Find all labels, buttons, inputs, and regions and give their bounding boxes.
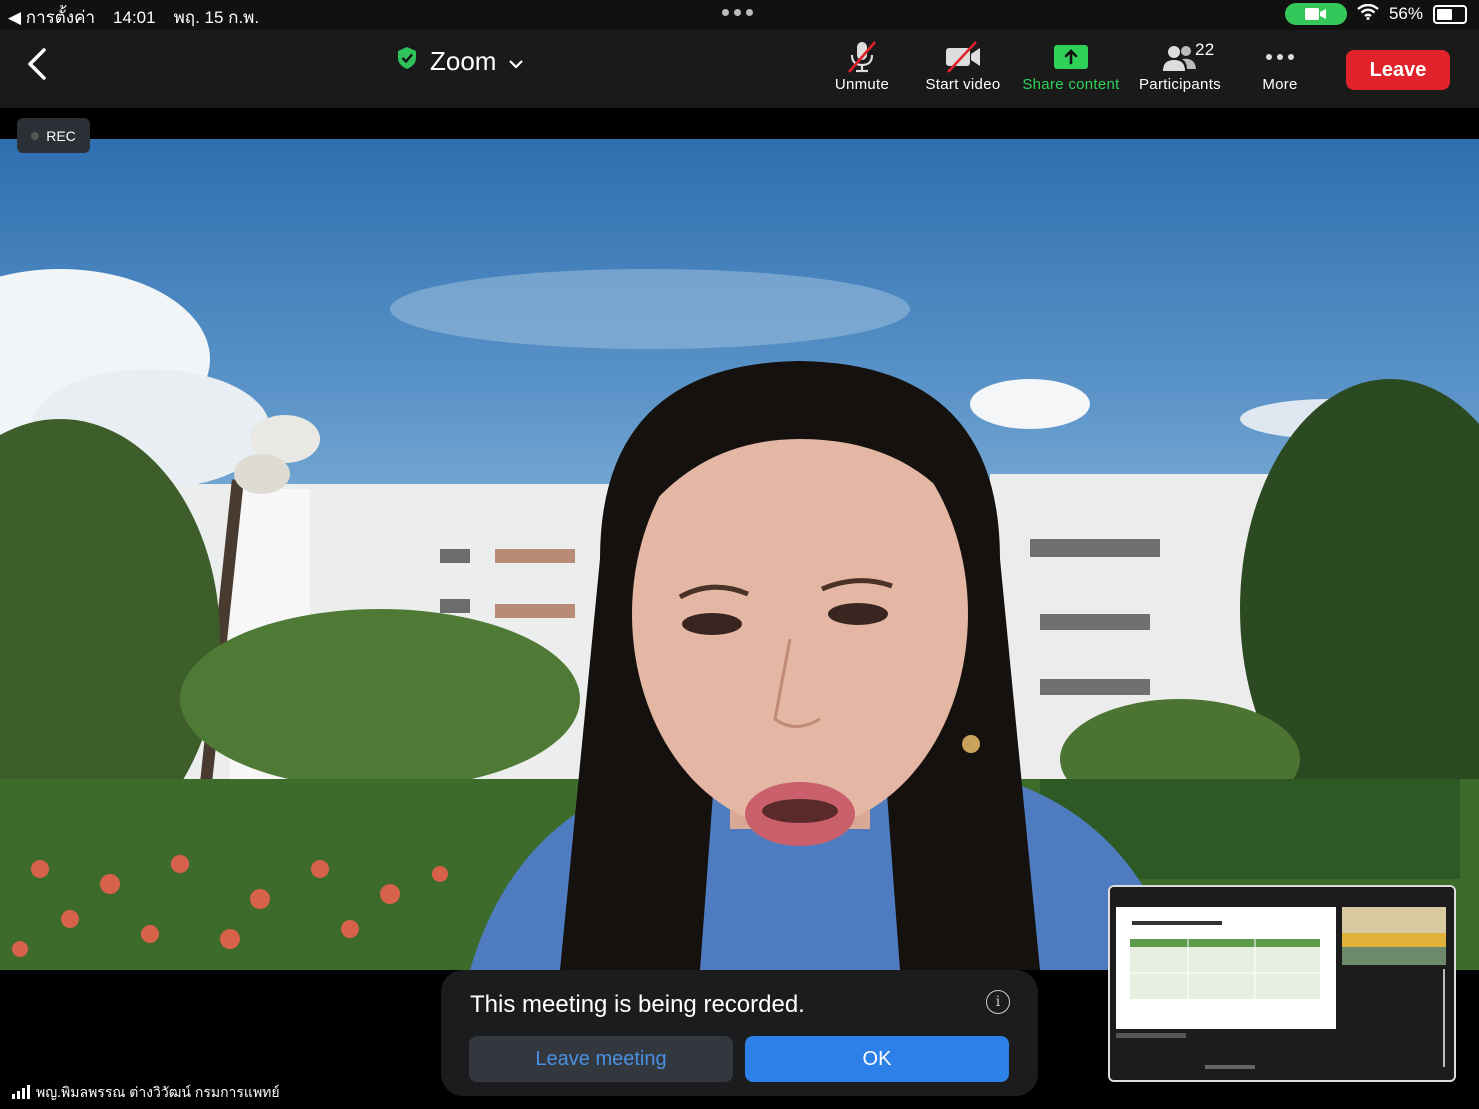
speaker-name: พญ.พิมลพรรณ ต่างวิวัฒน์ กรมการแพทย์ — [36, 1084, 280, 1100]
back-to-app-link[interactable]: ◀ การตั้งค่า — [8, 4, 95, 31]
camera-in-use-icon — [1284, 3, 1347, 25]
unmute-button[interactable]: Unmute — [830, 38, 894, 93]
status-bar: ◀ การตั้งค่า 14:01 พฤ. 15 ก.พ. 56% — [0, 0, 1479, 30]
start-video-button[interactable]: Start video — [920, 38, 1006, 93]
start-video-label: Start video — [925, 76, 1001, 93]
recording-dot-icon — [31, 131, 40, 140]
recording-notice-message: This meeting is being recorded. — [470, 991, 805, 1018]
signal-bars-icon — [12, 1084, 30, 1102]
wifi-icon — [1357, 3, 1379, 25]
battery-percent: 56% — [1388, 4, 1423, 23]
meeting-title-text: Zoom — [430, 46, 497, 76]
speaker-name-tag: พญ.พิมลพรรณ ต่างวิวัฒน์ กรมการแพทย์ — [12, 1082, 280, 1104]
meeting-toolbar: Zoom Unmute Start video Share content 22… — [0, 30, 1479, 108]
participants-count: 22 — [1195, 40, 1215, 59]
participants-label: Participants — [1139, 76, 1221, 93]
shared-screen-thumbnail[interactable] — [1108, 885, 1456, 1082]
shared-screen-preview-image — [1110, 887, 1454, 1080]
recording-badge: REC — [17, 118, 90, 153]
muted-microphone-icon — [830, 38, 894, 76]
active-speaker-video[interactable] — [0, 139, 1479, 970]
more-label: More — [1262, 76, 1298, 93]
chevron-down-icon — [508, 46, 524, 77]
info-icon[interactable]: i — [986, 990, 1010, 1014]
status-date: พฤ. 15 ก.พ. — [173, 8, 260, 27]
leave-meeting-button[interactable]: Leave meeting — [469, 1036, 733, 1082]
status-time: 14:01 — [113, 7, 156, 27]
recording-notice-dialog: This meeting is being recorded. i Leave … — [441, 970, 1038, 1096]
shield-check-icon — [396, 46, 418, 77]
speaker-video-image — [0, 269, 1479, 970]
back-chevron-icon[interactable] — [22, 44, 62, 84]
rec-label: REC — [46, 127, 76, 144]
share-screen-icon — [1016, 38, 1126, 76]
leave-button[interactable]: Leave — [1346, 50, 1450, 90]
share-content-label: Share content — [1022, 76, 1120, 93]
share-content-button[interactable]: Share content — [1016, 38, 1126, 93]
participants-button[interactable]: 22 Participants — [1133, 38, 1227, 93]
multitasking-dots-icon[interactable] — [722, 9, 753, 16]
meeting-title[interactable]: Zoom — [396, 46, 524, 77]
video-off-icon — [920, 38, 1006, 76]
ok-button[interactable]: OK — [745, 1036, 1009, 1082]
more-button[interactable]: More — [1248, 38, 1312, 93]
video-top-band — [0, 108, 1479, 139]
more-dots-icon — [1248, 38, 1312, 76]
unmute-label: Unmute — [834, 76, 890, 93]
battery-icon — [1433, 4, 1467, 24]
